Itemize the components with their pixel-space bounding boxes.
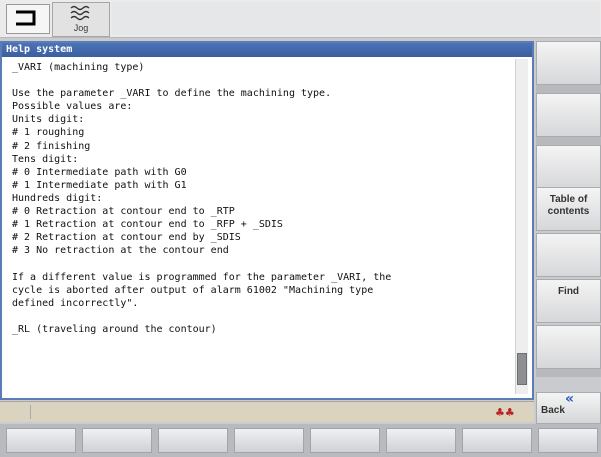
find-label: Find <box>557 286 580 297</box>
softkey-v3[interactable] <box>536 145 601 189</box>
softkey-separator <box>536 369 601 377</box>
help-line: Use the parameter _VARI to define the ma… <box>12 88 332 100</box>
double-chevron-left-icon: « <box>565 391 575 407</box>
help-line: # 1 Intermediate path with G1 <box>12 179 187 191</box>
softkey-h3[interactable] <box>158 428 228 453</box>
softkey-v5[interactable] <box>536 233 601 277</box>
help-line <box>12 257 508 270</box>
help-line: Possible values are: <box>12 101 133 113</box>
help-line: # 0 Retraction at contour end to _RTP <box>12 206 235 218</box>
help-line: _RL (traveling around the contour) <box>12 323 217 335</box>
help-window: Help system _VARI (machining type) Use t… <box>0 41 534 400</box>
status-line: ♣♣ <box>0 401 534 422</box>
softkey-h5[interactable] <box>310 428 380 453</box>
help-line <box>12 310 508 323</box>
softkey-h6[interactable] <box>386 428 456 453</box>
softkey-h8[interactable] <box>538 428 598 453</box>
channel-status-icon: ♣♣ <box>495 406 515 419</box>
top-bar: Jog <box>0 0 601 38</box>
help-line: cycle is aborted after output of alarm 6… <box>12 284 374 296</box>
scroll-thumb[interactable] <box>517 353 527 385</box>
softkey-h2[interactable] <box>82 428 152 453</box>
help-line: # 0 Intermediate path with G0 <box>12 166 187 178</box>
help-line: defined incorrectly". <box>12 297 139 309</box>
help-line: _VARI (machining type) <box>12 62 145 73</box>
jog-icon <box>70 5 90 21</box>
help-text: _VARI (machining type) Use the parameter… <box>12 61 508 392</box>
softkey-v1[interactable] <box>536 41 601 85</box>
help-line <box>12 74 508 87</box>
jog-mode-indicator: Jog <box>52 2 110 37</box>
softkey-v2[interactable] <box>536 93 601 137</box>
softkey-h1[interactable] <box>6 428 76 453</box>
help-line: # 2 Retraction at contour end by _SDIS <box>12 232 241 244</box>
table-of-contents-button[interactable]: Table of contents <box>536 187 601 231</box>
softkey-h7[interactable] <box>462 428 532 453</box>
softkey-separator <box>536 85 601 93</box>
back-label: Back <box>541 405 565 416</box>
help-line: Hundreds digit: <box>12 192 103 204</box>
softkey-h4[interactable] <box>234 428 304 453</box>
mode-label: Jog <box>73 23 89 33</box>
help-line: Tens digit: <box>12 153 79 165</box>
help-title: Help system <box>2 43 532 57</box>
table-of-contents-label: Table of contents <box>547 194 590 217</box>
find-button[interactable]: Find <box>536 279 601 323</box>
back-button[interactable]: « Back <box>536 391 601 424</box>
machine-mode-indicator <box>6 4 50 34</box>
machine-mode-icon <box>16 10 36 26</box>
help-line: # 2 finishing <box>12 140 91 152</box>
header-area <box>112 2 600 35</box>
help-line: Units digit: <box>12 114 85 126</box>
help-line: # 1 Retraction at contour end to _RFP + … <box>12 219 283 231</box>
help-line: # 1 roughing <box>12 127 85 139</box>
horizontal-softkeys <box>0 424 601 457</box>
help-line: If a different value is programmed for t… <box>12 271 392 283</box>
help-line: # 3 No retraction at the contour end <box>12 245 229 257</box>
status-text <box>30 405 501 419</box>
softkey-separator <box>536 137 601 145</box>
help-scrollbar[interactable] <box>515 59 528 394</box>
softkey-v7[interactable] <box>536 325 601 369</box>
